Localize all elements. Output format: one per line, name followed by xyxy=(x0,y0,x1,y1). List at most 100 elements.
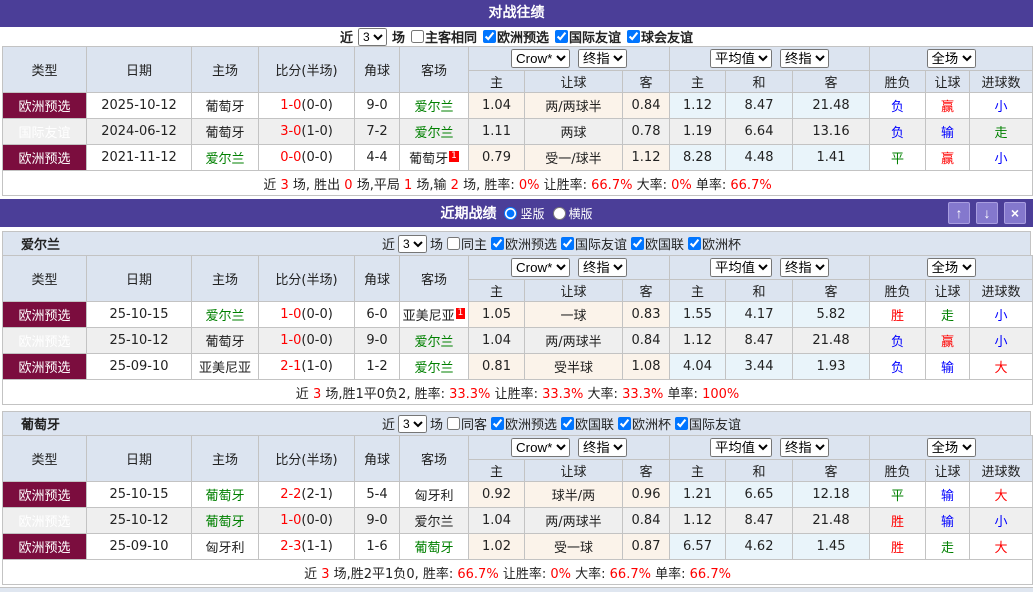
fulltime-select[interactable]: 全场 xyxy=(926,438,976,457)
filter-checkbox-label: 欧国联 xyxy=(645,238,685,253)
avg-draw: 4.17 xyxy=(725,301,793,328)
filter-checkbox-input[interactable] xyxy=(561,237,574,250)
filter-checkbox[interactable]: 同客 xyxy=(446,414,487,433)
col-away: 客场 xyxy=(399,46,469,93)
avg-home: 1.12 xyxy=(669,327,726,354)
summary-segment: 66.7% xyxy=(730,177,772,193)
filter-checkbox[interactable]: 国际友谊 xyxy=(561,234,627,253)
filter-checkbox-input[interactable] xyxy=(618,417,632,430)
recent-count-select[interactable]: 3 xyxy=(397,414,427,433)
col-result-wdl: 胜负 xyxy=(869,279,926,302)
filter-checkbox-input[interactable] xyxy=(446,417,460,430)
h2h-count-select[interactable]: 3 xyxy=(357,27,387,46)
filter-checkbox-input[interactable] xyxy=(410,30,424,43)
avg-home: 8.28 xyxy=(669,144,726,171)
result-handicap: 赢 xyxy=(925,327,970,354)
average-select[interactable]: 平均值 xyxy=(710,258,772,277)
filter-checkbox[interactable]: 欧洲预选 xyxy=(483,27,549,46)
bookmaker-select[interactable]: Crow* xyxy=(511,258,570,277)
filter-checkbox[interactable]: 欧国联 xyxy=(561,414,614,433)
recent-count-select[interactable]: 3 xyxy=(397,234,427,253)
filter-checkbox[interactable]: 国际友谊 xyxy=(675,414,741,433)
avg-home: 6.57 xyxy=(669,533,726,560)
col-score: 比分(半场) xyxy=(258,435,355,482)
up-arrow-icon: ↑ xyxy=(955,205,963,221)
result-handicap: 赢 xyxy=(925,144,970,171)
final-odds-select-2[interactable]: 终指 xyxy=(780,49,829,68)
section-summary: 近 3 场,胜2平1负0, 胜率: 66.7% 让胜率: 0% 大率: 66.7… xyxy=(1,559,1033,585)
average-select[interactable]: 平均值 xyxy=(710,438,772,457)
final-odds-select-2[interactable]: 终指 xyxy=(780,258,829,277)
filter-checkbox-input[interactable] xyxy=(627,30,641,43)
col-avg-draw: 和 xyxy=(725,70,793,93)
summary-segment: 让胜率: xyxy=(502,566,547,582)
summary-row: 近 3 场,胜1平0负2, 胜率: 33.3% 让胜率: 33.3% 大率: 3… xyxy=(1,379,1033,405)
result-handicap: 输 xyxy=(925,507,970,534)
avg-draw: 4.48 xyxy=(725,144,793,171)
fulltime-score: 1-0 xyxy=(280,513,302,528)
filter-checkbox[interactable]: 球会友谊 xyxy=(627,27,693,46)
halftime-score: (2-1) xyxy=(301,487,333,502)
col-date: 日期 xyxy=(86,255,192,302)
odds-home: 1.11 xyxy=(468,118,525,145)
odds-away: 0.84 xyxy=(622,92,670,119)
move-up-button[interactable]: ↑ xyxy=(948,202,970,224)
filter-checkbox[interactable]: 欧洲预选 xyxy=(490,234,557,253)
filter-checkbox-label: 欧洲预选 xyxy=(504,418,557,433)
odds-home: 0.81 xyxy=(468,353,525,380)
filter-checkbox-input[interactable] xyxy=(675,417,689,430)
filter-checkbox-input[interactable] xyxy=(555,30,569,43)
view-radio-vertical-input[interactable] xyxy=(504,206,518,220)
bookmaker-select[interactable]: Crow* xyxy=(511,49,570,68)
filter-checkbox-input[interactable] xyxy=(688,237,702,250)
home-team: 葡萄牙 xyxy=(191,92,259,119)
final-odds-select[interactable]: 终指 xyxy=(578,438,627,457)
handicap: 受一球 xyxy=(524,533,623,560)
view-radio-vertical[interactable]: 竖版 xyxy=(504,205,545,222)
col-date: 日期 xyxy=(86,46,192,93)
match-type-badge: 欧洲预选 xyxy=(2,353,87,380)
final-odds-select-2[interactable]: 终指 xyxy=(780,438,829,457)
result-goals: 小 xyxy=(968,92,1033,119)
fulltime-select[interactable]: 全场 xyxy=(926,258,976,277)
col-date: 日期 xyxy=(86,435,192,482)
filter-checkbox-input[interactable] xyxy=(490,237,504,250)
filter-checkbox-input[interactable] xyxy=(561,417,574,430)
section-head-ireland: 爱尔兰 近 3 场 同主 欧洲预选 国际友谊 欧国联 欧洲杯 xyxy=(2,231,1031,255)
avg-away: 21.48 xyxy=(792,92,870,119)
filter-checkbox-input[interactable] xyxy=(490,417,504,430)
filter-checkbox[interactable]: 国际友谊 xyxy=(555,27,621,46)
bookmaker-select[interactable]: Crow* xyxy=(511,438,570,457)
filter-checkbox-input[interactable] xyxy=(483,30,496,43)
col-odds-home: 主 xyxy=(468,70,525,93)
section-head-portugal: 葡萄牙 近 3 场 同客 欧洲预选 欧国联 欧洲杯 国际友谊 xyxy=(2,411,1031,435)
final-odds-select[interactable]: 终指 xyxy=(578,258,627,277)
view-radio-horizontal[interactable]: 横版 xyxy=(552,205,593,222)
filter-checkbox[interactable]: 欧国联 xyxy=(631,234,684,253)
col-odds-home: 主 xyxy=(468,279,525,302)
col-away: 客场 xyxy=(399,435,469,482)
avg-home: 1.12 xyxy=(669,507,726,534)
filter-checkbox[interactable]: 欧洲预选 xyxy=(490,414,557,433)
avg-away: 13.16 xyxy=(792,118,870,145)
average-group: 平均值 终指 xyxy=(669,255,870,280)
games-label: 场 xyxy=(429,418,443,433)
col-result-goals: 进球数 xyxy=(968,459,1033,482)
filter-checkbox-input[interactable] xyxy=(631,237,645,250)
view-radio-horizontal-input[interactable] xyxy=(552,206,566,220)
filter-checkbox[interactable]: 欧洲杯 xyxy=(618,414,671,433)
fulltime-select[interactable]: 全场 xyxy=(926,49,976,68)
filter-checkbox[interactable]: 欧洲杯 xyxy=(688,234,741,253)
avg-draw: 8.47 xyxy=(725,507,793,534)
filter-checkbox-input[interactable] xyxy=(446,237,460,250)
handicap: 受一/球半 xyxy=(524,144,623,171)
h2h-table: 类型 日期 主场 比分(半场) 角球 客场 Crow* 终指 平均值 终指 全场 xyxy=(1,46,1033,196)
close-button[interactable]: × xyxy=(1004,202,1026,224)
filter-checkbox-label: 欧洲预选 xyxy=(504,238,557,253)
filter-checkbox[interactable]: 同主 xyxy=(446,234,487,253)
move-down-button[interactable]: ↓ xyxy=(976,202,998,224)
filter-checkbox[interactable]: 主客相同 xyxy=(410,27,477,46)
home-team: 葡萄牙 xyxy=(191,507,259,534)
final-odds-select[interactable]: 终指 xyxy=(578,49,627,68)
average-select[interactable]: 平均值 xyxy=(710,49,772,68)
